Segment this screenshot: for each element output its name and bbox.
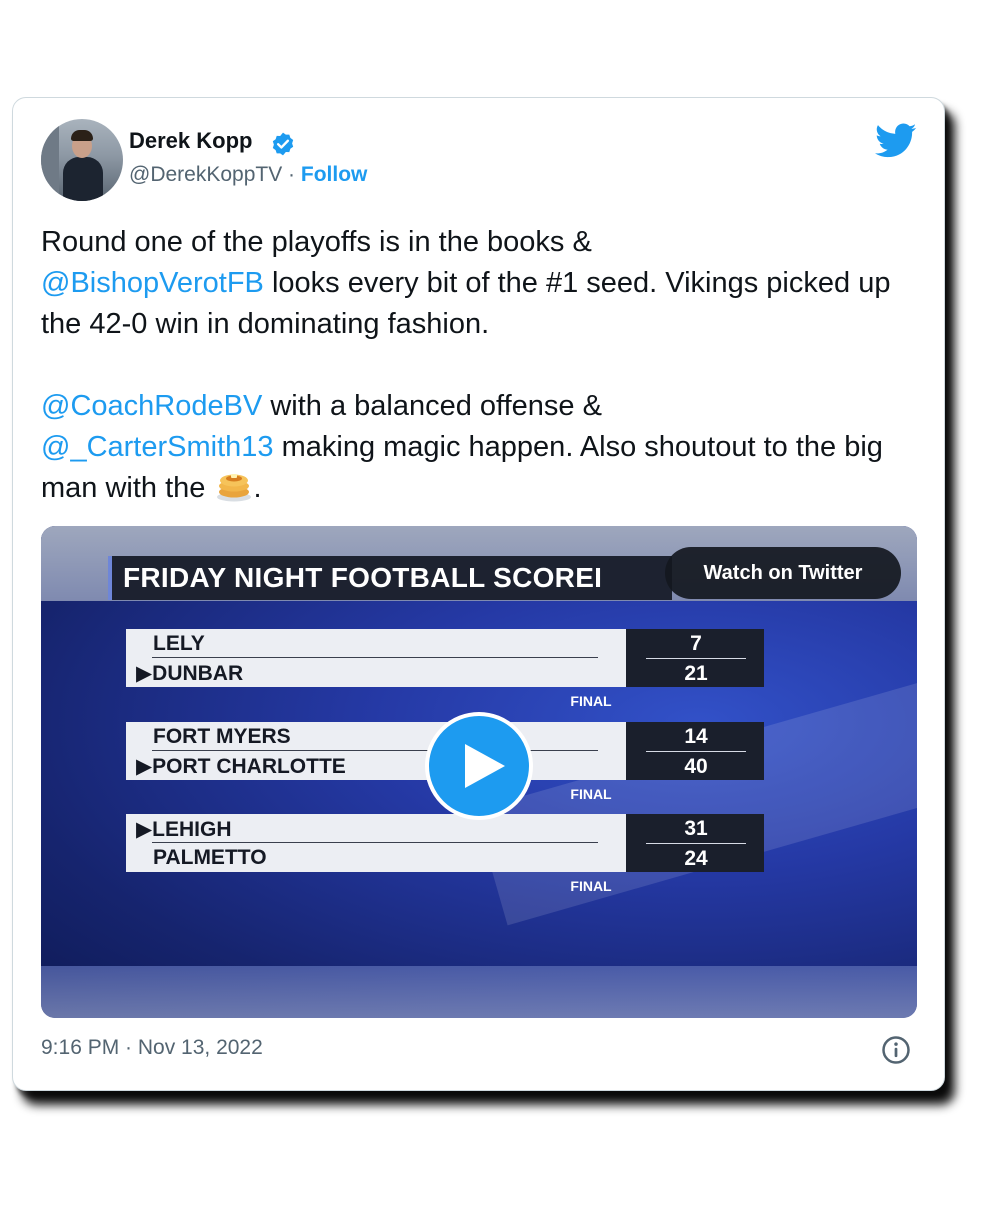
tweet-text: Round one of the playoffs is in the book… [41, 222, 921, 509]
teams-panel: LELY ▶DUNBAR [126, 629, 626, 687]
author-handle-row: @DerekKoppTV · Follow [129, 163, 367, 187]
avatar-body [63, 157, 103, 201]
play-button[interactable] [425, 712, 533, 820]
team-score: 7 [690, 632, 702, 655]
game-score-row: LELY ▶DUNBAR 7 21 FINAL [126, 629, 764, 709]
play-icon [465, 744, 505, 788]
tweet-text-part: Round one of the playoffs is in the book… [41, 226, 600, 258]
info-icon[interactable] [881, 1035, 911, 1065]
author-handle[interactable]: @DerekKoppTV [129, 163, 282, 186]
team-score: 14 [684, 725, 708, 748]
team-name: LELY [153, 632, 205, 655]
team-name: ▶PORT CHARLOTTE [136, 755, 346, 778]
game-status: FINAL [570, 878, 612, 894]
team-score: 40 [684, 755, 708, 778]
team-score: 31 [684, 817, 708, 840]
twitter-bird-icon[interactable] [875, 123, 917, 159]
team-score: 24 [684, 847, 708, 870]
follow-link[interactable]: Follow [301, 163, 368, 186]
teams-panel: ▶LEHIGH PALMETTO [126, 814, 626, 872]
handle-separator: · [282, 163, 301, 186]
team-divider [152, 657, 598, 658]
video-floor [41, 966, 917, 1018]
mention-bishopverotfb[interactable]: @BishopVerotFB [41, 267, 264, 299]
teams-panel: FORT MYERS ▶PORT CHARLOTTE [126, 722, 626, 780]
author-name[interactable]: Derek Kopp [129, 128, 252, 154]
video-light-streak [474, 666, 917, 926]
verified-badge-icon [272, 132, 294, 156]
scores-panel: 7 21 [626, 629, 764, 687]
scoreboard-title: FRIDAY NIGHT FOOTBALL SCOREI [123, 562, 603, 593]
avatar[interactable] [41, 119, 123, 201]
game-status: FINAL [570, 786, 612, 802]
pancakes-emoji [217, 474, 252, 502]
watch-on-twitter-button[interactable]: Watch on Twitter [665, 547, 901, 599]
team-score: 21 [684, 662, 708, 685]
team-name: ▶DUNBAR [136, 662, 244, 685]
score-divider [646, 843, 746, 844]
game-status: FINAL [570, 693, 612, 709]
score-divider [646, 658, 746, 659]
score-divider [646, 751, 746, 752]
video-player[interactable]: FRIDAY NIGHT FOOTBALL SCOREI Watch on Tw… [41, 526, 917, 1018]
tweet-text-part: . [253, 472, 262, 504]
team-name: PALMETTO [153, 846, 267, 869]
mention-cartersmith13[interactable]: @_CarterSmith13 [41, 431, 274, 463]
team-name: ▶LEHIGH [136, 818, 232, 841]
tweet-text-part: with a balanced offense & [262, 390, 610, 422]
avatar-background [41, 119, 59, 201]
tweet-timestamp[interactable]: 9:16 PM · Nov 13, 2022 [41, 1036, 263, 1060]
tweet-card: Derek Kopp @DerekKoppTV · Follow Round o… [12, 97, 945, 1091]
game-score-row: ▶LEHIGH PALMETTO 31 24 FINAL [126, 814, 764, 894]
mention-coachrodebv[interactable]: @CoachRodeBV [41, 390, 262, 422]
scores-panel: 31 24 [626, 814, 764, 872]
scores-panel: 14 40 [626, 722, 764, 780]
avatar-hair [71, 130, 93, 141]
team-name: FORT MYERS [153, 725, 291, 748]
team-divider [152, 842, 598, 843]
